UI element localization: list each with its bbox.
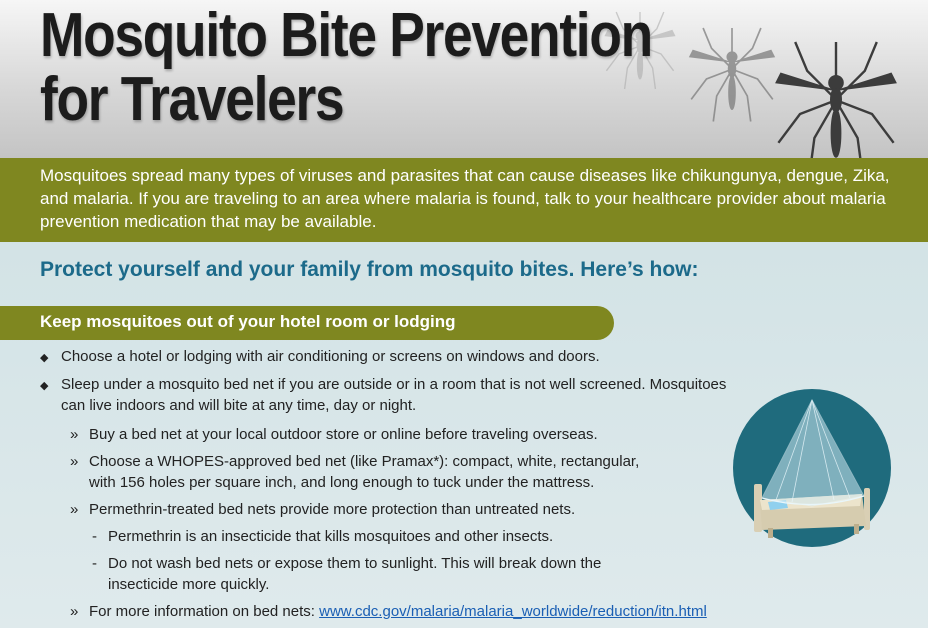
list-item: Buy a bed net at your local outdoor stor… xyxy=(89,426,598,443)
list-item-continuation: can live indoors and will bite at any ti… xyxy=(61,397,417,414)
protect-heading: Protect yourself and your family from mo… xyxy=(40,258,699,281)
title-line-2: for Travelers xyxy=(40,65,345,134)
intro-band: Mosquitoes spread many types of viruses … xyxy=(0,158,928,242)
list-item-continuation: with 156 holes per square inch, and long… xyxy=(89,474,595,491)
dash-marker: - xyxy=(92,555,97,572)
list-item: Choose a WHOPES-approved bed net (like P… xyxy=(89,453,640,470)
sub-bullet-marker: » xyxy=(70,426,79,443)
list-item: Permethrin-treated bed nets provide more… xyxy=(89,501,576,518)
list-item-continuation: insecticide more quickly. xyxy=(108,576,270,593)
section-heading: Keep mosquitoes out of your hotel room o… xyxy=(40,312,456,331)
page-title: Mosquito Bite Prevention for Travelers xyxy=(40,1,653,134)
sub-bullet-marker: » xyxy=(70,453,79,470)
header-banner: Mosquito Bite Prevention for Travelers xyxy=(0,0,928,158)
title-line-1: Mosquito Bite Prevention xyxy=(40,1,653,70)
mosquito-icon xyxy=(774,40,898,158)
sub-bullet-marker: » xyxy=(70,501,79,518)
sub-bullet-marker: » xyxy=(70,603,79,620)
list-item: Do not wash bed nets or expose them to s… xyxy=(108,555,602,572)
section-heading-bar: Keep mosquitoes out of your hotel room o… xyxy=(0,306,614,340)
list-item: For more information on bed nets: www.cd… xyxy=(89,601,707,622)
diamond-bullet-icon: ◆ xyxy=(40,352,49,364)
mosquito-icon xyxy=(688,27,776,123)
more-info-label: For more information on bed nets: xyxy=(89,603,315,620)
dash-marker: - xyxy=(92,528,97,545)
diamond-bullet-icon: ◆ xyxy=(40,380,49,392)
list-item: Permethrin is an insecticide that kills … xyxy=(108,528,554,545)
list-item: Sleep under a mosquito bed net if you ar… xyxy=(61,376,727,393)
bed-net-icon xyxy=(733,389,891,547)
bed-nets-info-link[interactable]: www.cdc.gov/malaria/malaria_worldwide/re… xyxy=(319,603,707,620)
intro-text: Mosquitoes spread many types of viruses … xyxy=(40,166,890,231)
list-item: Choose a hotel or lodging with air condi… xyxy=(61,348,600,365)
